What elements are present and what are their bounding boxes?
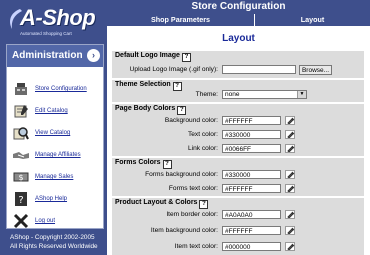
section-forms-colors: Forms Colors? Forms background color: #3…	[112, 158, 364, 196]
color-picker-button[interactable]	[285, 226, 295, 235]
cash-register-icon	[15, 83, 27, 95]
chevron-down-icon[interactable]: ▼	[297, 91, 306, 98]
tab-shop-parameters[interactable]: Shop Parameters	[107, 14, 255, 26]
tab-bar: Shop Parameters Layout	[107, 14, 370, 26]
money-icon: $	[13, 172, 29, 182]
main-content: Store Configuration Shop Parameters Layo…	[107, 0, 370, 255]
copyright-line-2: All Rights Reserved Worldwide	[10, 243, 98, 250]
text-color-input[interactable]: #330000	[222, 130, 281, 139]
theme-label: Theme:	[195, 91, 218, 98]
nav-manage-sales[interactable]: $ Manage Sales	[7, 167, 103, 189]
color-picker-button[interactable]	[285, 144, 295, 153]
nav-label[interactable]: View Catalog	[35, 130, 70, 136]
close-x-icon	[13, 213, 29, 229]
bg-color-input[interactable]: #FFFFFF	[222, 116, 281, 125]
nav-label[interactable]: Manage Sales	[35, 174, 73, 180]
eyedropper-icon	[287, 227, 295, 234]
help-icon[interactable]: ?	[177, 106, 187, 115]
chevron-right-icon[interactable]: ›	[87, 49, 100, 62]
help-icon[interactable]: ?	[162, 160, 172, 169]
item-text-color-input[interactable]: #000000	[222, 242, 281, 251]
forms-bg-color-input[interactable]: #330000	[222, 170, 281, 179]
nav-label[interactable]: Log out	[35, 218, 55, 224]
section-title: Page Body Colors?	[115, 105, 187, 115]
copyright-line-1: AShop - Copyright 2002-2005	[10, 234, 95, 241]
nav-store-configuration[interactable]: Store Configuration	[7, 79, 103, 101]
svg-text:?: ?	[18, 195, 23, 206]
item-bg-color-label: Item background color:	[150, 227, 218, 234]
forms-bg-color-label: Forms background color:	[145, 171, 218, 178]
nav-manage-affiliates[interactable]: Manage Affiliates	[7, 145, 103, 167]
nav-view-catalog[interactable]: View Catalog	[7, 123, 103, 145]
forms-text-color-input[interactable]: #FFFFFF	[222, 184, 281, 193]
svg-text:$: $	[18, 173, 23, 182]
section-title: Forms Colors?	[115, 159, 172, 169]
bg-color-label: Background color:	[164, 117, 218, 124]
section-product-layout: Product Layout & Colors? Item border col…	[112, 198, 364, 255]
tab-layout[interactable]: Layout	[255, 14, 370, 26]
item-bg-color-input[interactable]: #FFFFFF	[222, 226, 281, 235]
nav-label[interactable]: Manage Affiliates	[35, 152, 81, 158]
forms-text-color-label: Forms text color:	[168, 185, 218, 192]
help-icon[interactable]: ?	[199, 200, 209, 209]
upload-logo-label: Upload Logo Image (.gif only):	[129, 66, 218, 73]
page-header-title: Store Configuration	[191, 1, 286, 12]
link-color-input[interactable]: #0066FF	[222, 144, 281, 153]
color-picker-button[interactable]	[285, 130, 295, 139]
eyedropper-icon	[287, 117, 295, 124]
section-title: Default Logo Image?	[115, 52, 191, 62]
page-title: Layout	[222, 33, 255, 44]
color-picker-button[interactable]	[285, 170, 295, 179]
nav-label[interactable]: Edit Catalog	[35, 108, 68, 114]
handshake-icon	[13, 152, 29, 159]
link-color-label: Link color:	[187, 145, 218, 152]
color-picker-button[interactable]	[285, 210, 295, 219]
text-color-label: Text color:	[187, 131, 218, 138]
color-picker-button[interactable]	[285, 184, 295, 193]
item-border-color-label: Item border color:	[166, 211, 218, 218]
section-default-logo: Default Logo Image? Upload Logo Image (.…	[112, 51, 364, 78]
logo-tagline: Automated Shopping Cart	[20, 31, 72, 36]
copyright: AShop - Copyright 2002-2005 All Rights R…	[10, 233, 98, 251]
admin-header: Administration ›	[7, 45, 103, 67]
section-title: Theme Selection?	[115, 81, 182, 91]
color-picker-button[interactable]	[285, 116, 295, 125]
theme-select[interactable]: none ▼	[222, 90, 307, 99]
nav-ashop-help[interactable]: ? AShop Help	[7, 189, 103, 211]
magnifier-icon	[13, 127, 29, 140]
nav-label[interactable]: AShop Help	[35, 196, 67, 202]
item-text-color-label: Item text color:	[174, 243, 218, 250]
item-border-color-input[interactable]: #A0A0A0	[222, 210, 281, 219]
nav-log-out[interactable]: Log out	[7, 211, 103, 233]
admin-title: Administration	[12, 50, 83, 61]
eyedropper-icon	[287, 243, 295, 250]
eyedropper-icon	[287, 145, 295, 152]
logo-text: A-Shop	[20, 5, 96, 30]
eyedropper-icon	[287, 211, 295, 218]
eyedropper-icon	[287, 185, 295, 192]
help-icon[interactable]: ?	[181, 53, 191, 62]
help-icon[interactable]: ?	[172, 82, 182, 91]
section-body-colors: Page Body Colors? Background color: #FFF…	[112, 104, 364, 156]
top-bar: Store Configuration	[107, 0, 370, 14]
eyedropper-icon	[287, 171, 295, 178]
admin-panel: Administration › Store Configuration Edi…	[6, 44, 104, 229]
theme-select-value: none	[225, 91, 240, 98]
section-title: Product Layout & Colors?	[115, 199, 209, 209]
help-book-icon: ?	[15, 192, 27, 206]
section-theme: Theme Selection? Theme: none ▼	[112, 80, 364, 102]
color-picker-button[interactable]	[285, 242, 295, 251]
nav-edit-catalog[interactable]: Edit Catalog	[7, 101, 103, 123]
upload-logo-input[interactable]	[222, 65, 296, 74]
browse-button[interactable]: Browse...	[299, 65, 332, 75]
catalog-book-icon	[14, 105, 28, 118]
logo[interactable]: A-Shop Automated Shopping Cart	[4, 5, 102, 37]
nav-label[interactable]: Store Configuration	[35, 86, 87, 92]
sidebar: A-Shop Automated Shopping Cart Administr…	[0, 0, 107, 255]
eyedropper-icon	[287, 131, 295, 138]
